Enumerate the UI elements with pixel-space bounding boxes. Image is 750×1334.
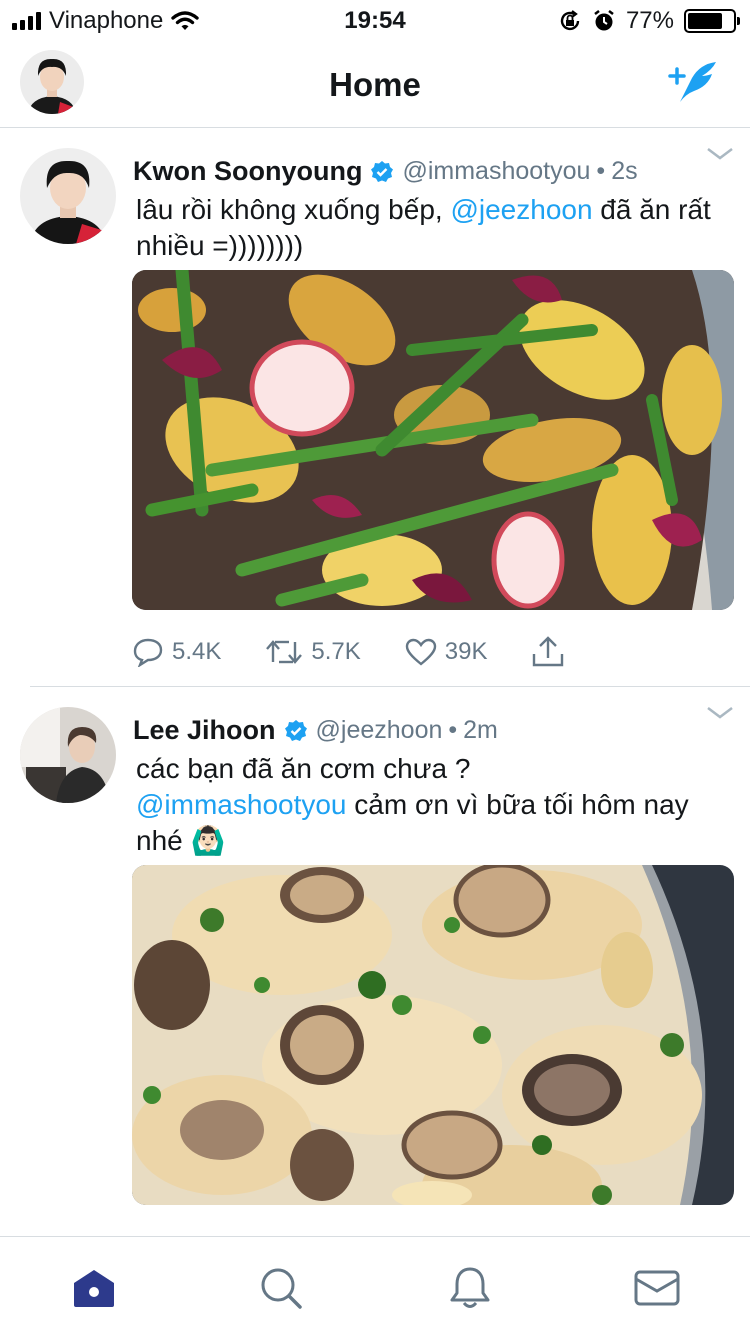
page-title: Home: [329, 66, 421, 103]
share-icon: [533, 636, 564, 667]
separator-dot: •: [596, 157, 606, 185]
retweet-count: 5.7K: [311, 638, 361, 665]
tweet-author-avatar[interactable]: [20, 148, 116, 244]
share-button[interactable]: [531, 636, 573, 668]
tweet-author-name[interactable]: Lee Jihoon: [133, 715, 276, 746]
tweet-author-handle: @immashootyou: [402, 157, 591, 185]
battery-percent: 77%: [625, 7, 674, 34]
chevron-down-icon[interactable]: [706, 705, 734, 721]
chevron-down-icon[interactable]: [706, 146, 734, 162]
mention-link[interactable]: @immashootyou: [136, 789, 347, 820]
retweet-icon: [266, 640, 303, 664]
tweet-text-part: lâu rồi không xuống bếp,: [136, 194, 451, 225]
status-bar: Vinaphone 19:54 77%: [0, 0, 750, 40]
reply-count: 5.4K: [172, 638, 222, 665]
verified-badge-icon: [371, 160, 394, 182]
tweet-media-image[interactable]: [132, 865, 734, 1205]
tweet-text-part: các bạn đã ăn cơm chưa ?: [136, 753, 471, 784]
top-navigation-bar: Home: [0, 40, 750, 128]
tweet-author-avatar[interactable]: [20, 707, 116, 803]
retweet-button[interactable]: 5.7K: [265, 638, 361, 666]
tweet-author-name[interactable]: Kwon Soonyoung: [133, 156, 362, 187]
home-tab[interactable]: [71, 1265, 117, 1311]
search-icon: [261, 1268, 302, 1309]
reply-button[interactable]: 5.4K: [132, 637, 221, 667]
tweet-author-handle: @jeezhoon: [315, 716, 443, 744]
bottom-tab-bar: [0, 1236, 750, 1334]
messages-tab[interactable]: [634, 1265, 680, 1311]
heart-icon: [405, 638, 436, 666]
verified-badge-icon: [284, 719, 307, 741]
home-icon: [74, 1270, 114, 1307]
tweet-media-image[interactable]: [132, 270, 734, 610]
battery-icon: [684, 9, 740, 33]
tweet-header: Kwon Soonyoung @immashootyou • 2s: [133, 156, 638, 187]
tweet-timestamp: 2s: [611, 157, 638, 185]
notifications-tab[interactable]: [447, 1265, 493, 1311]
search-tab[interactable]: [258, 1265, 304, 1311]
reply-icon: [133, 638, 163, 667]
like-count: 39K: [444, 638, 488, 665]
separator-dot: •: [448, 716, 458, 744]
tweet-header: Lee Jihoon @jeezhoon • 2m: [133, 715, 498, 746]
emoji: 🙆🏻‍♂️: [190, 825, 226, 856]
like-button[interactable]: 39K: [405, 638, 488, 666]
tweet-timestamp: 2m: [463, 716, 498, 744]
tweet-card[interactable]: Lee Jihoon @jeezhoon • 2m các bạn đã ăn …: [0, 687, 750, 1236]
tweet-text: lâu rồi không xuống bếp, @jeezhoon đã ăn…: [136, 192, 726, 264]
compose-tweet-icon[interactable]: [666, 58, 722, 108]
tweet-card[interactable]: Kwon Soonyoung @immashootyou • 2s lâu rồ…: [0, 128, 750, 686]
tweet-actions: 5.4K 5.7K 39K: [132, 636, 592, 668]
bell-icon: [450, 1267, 490, 1308]
mention-link[interactable]: @jeezhoon: [450, 194, 592, 225]
alarm-icon: [594, 10, 614, 31]
tweet-text: các bạn đã ăn cơm chưa ? @immashootyou cả…: [136, 751, 726, 859]
envelope-icon: [634, 1270, 680, 1306]
rotation-lock-icon: [560, 10, 580, 31]
